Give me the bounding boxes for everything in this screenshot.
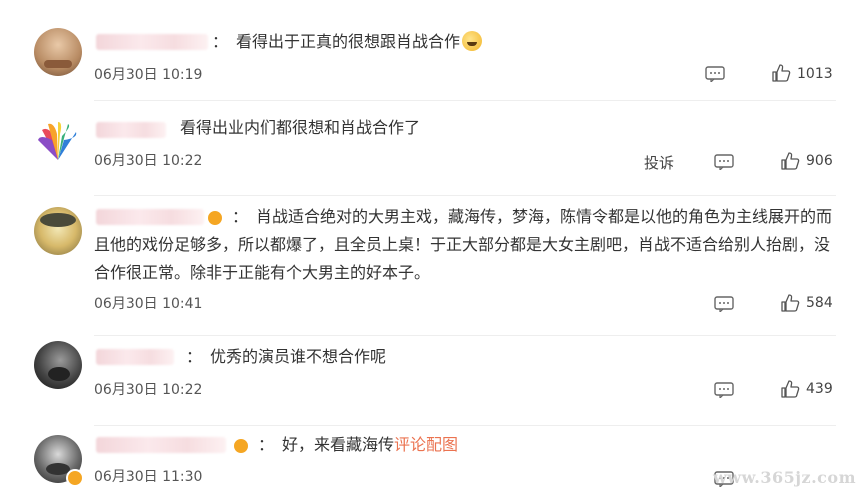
like-count: 439: [806, 381, 833, 397]
comment-body: 好，来看藏海传: [282, 435, 395, 454]
colon: ：: [186, 347, 203, 366]
like-icon[interactable]: [771, 63, 791, 83]
like-count: 1013: [797, 66, 833, 82]
avatar[interactable]: [34, 116, 82, 164]
blurred-username[interactable]: [96, 349, 174, 365]
comment-text: ： 好，来看藏海传评论配图: [258, 431, 458, 459]
comment-item: ： 优秀的演员谁不想合作呢 06月30日 10:22 439: [0, 335, 866, 426]
blurred-username[interactable]: [96, 122, 166, 138]
like-icon[interactable]: [780, 151, 800, 171]
laugh-cry-emoji-icon: [462, 31, 483, 51]
vip-badge-icon: [206, 209, 224, 227]
like-count: 906: [806, 153, 833, 169]
blurred-username[interactable]: [96, 437, 226, 453]
comment-line: 且他的戏份足够多，所以都爆了，且全员上桌！于正大部分都是大女主剧吧，肖战不适合给…: [94, 235, 831, 254]
vip-badge-icon: [232, 437, 250, 455]
comment-item: ： 肖战适合绝对的大男主戏，藏海传，梦海，陈情令都是以他的角色为主线展开的而 且他…: [0, 195, 866, 336]
comment-body: 优秀的演员谁不想合作呢: [210, 347, 387, 366]
like-icon[interactable]: [780, 293, 800, 313]
reply-icon[interactable]: [705, 66, 725, 82]
avatar[interactable]: [34, 341, 82, 389]
comment-text: 看得出业内们都很想和肖战合作了: [180, 114, 420, 142]
blurred-username[interactable]: [96, 209, 204, 225]
comment-time: 06月30日 10:19: [94, 67, 203, 83]
comment-text: 且他的戏份足够多，所以都爆了，且全员上桌！于正大部分都是大女主剧吧，肖战不适合给…: [94, 231, 830, 259]
comment-line: 肖战适合绝对的大男主戏，藏海传，梦海，陈情令都是以他的角色为主线展开的而: [256, 207, 833, 226]
comment-item: ： 看得出于正真的很想跟肖战合作 06月30日 10:19 1013: [0, 0, 866, 101]
reply-icon[interactable]: [714, 154, 734, 170]
comment-text: 合作很正常。除非于正能有个大男主的好本子。: [94, 259, 430, 287]
comment-item: 看得出业内们都很想和肖战合作了 06月30日 10:22 投诉 906: [0, 100, 866, 196]
colon: ：: [232, 207, 249, 226]
colon: ：: [258, 435, 275, 454]
comment-text: ： 肖战适合绝对的大男主戏，藏海传，梦海，陈情令都是以他的角色为主线展开的而: [232, 203, 832, 231]
like-count: 584: [806, 295, 833, 311]
blurred-username[interactable]: [96, 34, 208, 50]
reply-icon[interactable]: [714, 382, 734, 398]
comment-time: 06月30日 10:22: [94, 382, 203, 398]
colon: ：: [212, 32, 229, 51]
verified-badge-icon: [66, 469, 84, 487]
reply-icon[interactable]: [714, 296, 734, 312]
image-link[interactable]: 评论配图: [394, 435, 458, 454]
comment-time: 06月30日 10:41: [94, 296, 203, 312]
comment-text: ： 优秀的演员谁不想合作呢: [186, 343, 386, 371]
watermark: www.365jz.com: [713, 468, 856, 487]
like-icon[interactable]: [780, 379, 800, 399]
comment-text: ： 看得出于正真的很想跟肖战合作: [212, 28, 483, 56]
comment-time: 06月30日 10:22: [94, 153, 203, 169]
report-button[interactable]: 投诉: [644, 152, 674, 173]
peacock-logo-icon: [38, 122, 77, 160]
avatar[interactable]: [34, 207, 82, 255]
comment-time: 06月30日 11:30: [94, 469, 203, 485]
comment-line: 合作很正常。除非于正能有个大男主的好本子。: [94, 263, 431, 282]
avatar[interactable]: [34, 28, 82, 76]
comment-body: 看得出业内们都很想和肖战合作了: [180, 118, 421, 137]
comment-body: 看得出于正真的很想跟肖战合作: [236, 32, 461, 51]
